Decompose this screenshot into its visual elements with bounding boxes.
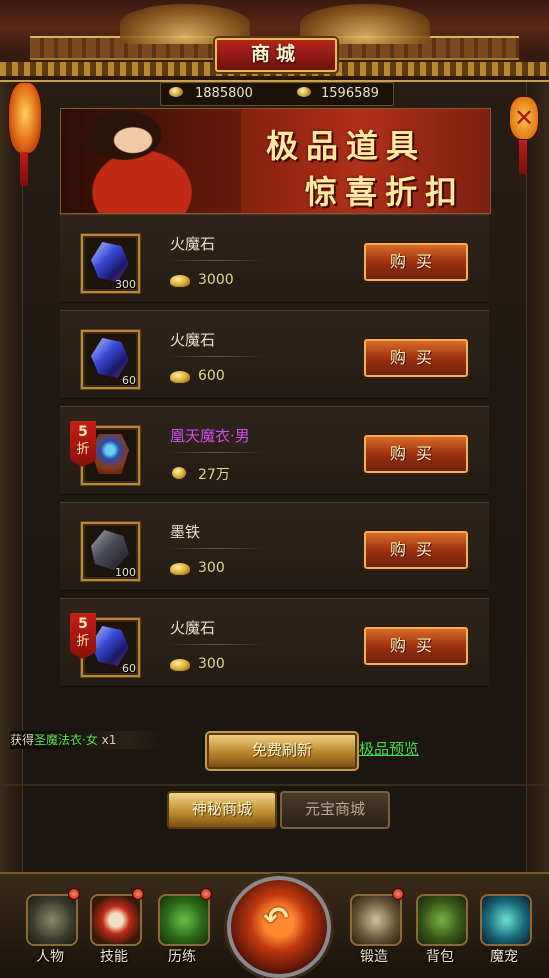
gold-amount: 1885800 — [195, 86, 253, 101]
nav-training[interactable]: 历练 — [152, 888, 212, 968]
divider — [166, 260, 266, 261]
return-arrow-icon: ↶ — [263, 901, 289, 936]
yuanbao-coin-icon — [172, 467, 186, 479]
helmet-icon — [26, 894, 78, 946]
notice-prefix: 获得 — [10, 733, 35, 747]
shop-title: 商城 — [215, 38, 337, 72]
item-row: 300 火魔石 3000 购买 — [60, 214, 489, 303]
item-name: 火魔石 — [170, 619, 216, 637]
item-name: 凰天魔衣·男 — [170, 427, 250, 445]
currency-bar: 1885800 1596589 — [160, 82, 394, 106]
nav-skills[interactable]: 技能 — [84, 888, 144, 968]
item-row: 60 5 折 火魔石 300 购买 — [60, 598, 489, 687]
item-name: 火魔石 — [170, 235, 216, 253]
item-row: 5 折 凰天魔衣·男 27万 购买 — [60, 406, 489, 495]
tassel-left — [20, 152, 28, 186]
item-quantity: 100 — [115, 566, 136, 579]
divider — [166, 356, 266, 357]
tab-mystic-shop[interactable]: 神秘商城 — [167, 791, 277, 829]
buy-button[interactable]: 购买 — [364, 627, 468, 665]
blue-gem-icon — [91, 242, 129, 282]
item-price: 600 — [198, 368, 225, 384]
free-refresh-button[interactable]: 免费刷新 — [207, 733, 357, 769]
item-quantity: 60 — [122, 662, 136, 675]
yin-yang-icon — [90, 894, 142, 946]
section-divider — [0, 784, 549, 786]
item-row: 100 墨铁 300 购买 — [60, 502, 489, 591]
item-name: 火魔石 — [170, 331, 216, 349]
blue-gem-icon — [91, 626, 129, 666]
hammer-icon — [350, 894, 402, 946]
lantern-left-icon — [8, 82, 42, 154]
item-row: 60 火魔石 600 购买 — [60, 310, 489, 399]
divider — [166, 644, 266, 645]
item-price: 300 — [198, 560, 225, 576]
item-price: 3000 — [198, 272, 234, 288]
close-button[interactable]: ✕ — [509, 96, 539, 140]
discount-badge: 5 折 — [70, 613, 96, 659]
acquisition-notice: 获得圣魔法衣·女 x1 — [10, 731, 160, 749]
beast-mask-icon — [158, 894, 210, 946]
notification-dot — [68, 888, 80, 900]
tassel-right — [519, 140, 527, 174]
gold-ingot-icon — [169, 87, 183, 97]
nav-bag[interactable]: 背包 — [410, 888, 470, 968]
banner-line1: 极品道具 — [266, 127, 427, 165]
item-quantity: 60 — [122, 374, 136, 387]
nav-forge[interactable]: 锻造 — [344, 888, 404, 968]
yuanbao-amount: 1596589 — [321, 86, 379, 101]
item-name: 墨铁 — [170, 523, 201, 541]
nav-pet[interactable]: 魔宠 — [474, 888, 534, 968]
shield-bag-icon — [416, 894, 468, 946]
buy-button[interactable]: 购买 — [364, 243, 468, 281]
buy-button[interactable]: 购买 — [364, 435, 468, 473]
armor-icon — [91, 434, 129, 474]
item-slot[interactable]: 100 — [81, 522, 140, 581]
premium-preview-link[interactable]: 极品预览 — [359, 738, 419, 759]
item-price: 300 — [198, 656, 225, 672]
blue-gem-icon — [91, 338, 129, 378]
buy-button[interactable]: 购买 — [364, 339, 468, 377]
nav-character[interactable]: 人物 — [20, 888, 80, 968]
right-pillar — [526, 60, 549, 880]
gold-ingot-icon — [170, 659, 190, 671]
divider — [166, 452, 266, 453]
gold-ingot-icon — [170, 563, 190, 575]
banner-line2: 惊喜折扣 — [305, 173, 466, 211]
discount-badge: 5 折 — [70, 421, 96, 467]
buy-button[interactable]: 购买 — [364, 531, 468, 569]
gold-ingot-icon — [170, 275, 190, 287]
notification-dot — [132, 888, 144, 900]
tab-yuanbao-shop[interactable]: 元宝商城 — [280, 791, 390, 829]
notice-item: 圣魔法衣·女 — [34, 733, 98, 747]
promo-banner: 极品道具 惊喜折扣 — [60, 108, 491, 214]
demon-pet-icon — [480, 894, 532, 946]
item-slot[interactable]: 300 — [81, 234, 140, 293]
divider — [166, 548, 266, 549]
notification-dot — [200, 888, 212, 900]
gold-ingot-icon — [170, 371, 190, 383]
notification-dot — [392, 888, 404, 900]
item-list: 300 火魔石 3000 购买 60 火魔石 600 购买 5 折 凰天魔衣·男… — [60, 214, 489, 688]
heroine-portrait — [61, 109, 241, 213]
notice-count: x1 — [101, 733, 117, 747]
item-price: 27万 — [198, 467, 230, 483]
item-slot[interactable]: 60 — [81, 330, 140, 389]
yuanbao-coin-icon — [297, 87, 311, 97]
item-quantity: 300 — [115, 278, 136, 291]
dark-iron-icon — [91, 530, 129, 570]
